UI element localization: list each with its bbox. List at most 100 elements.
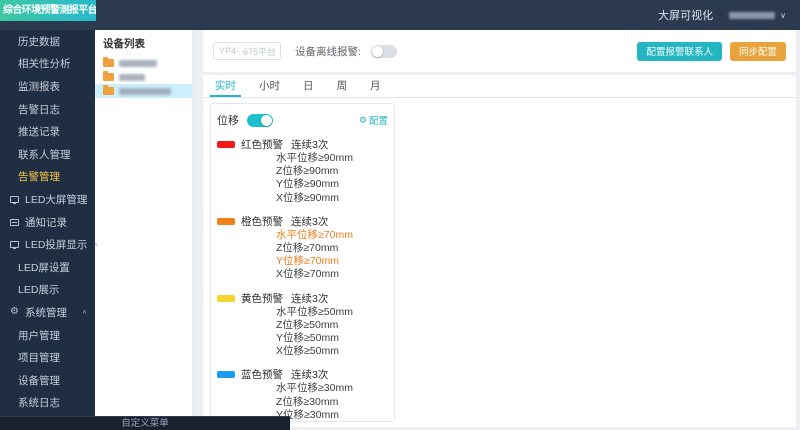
tab-month[interactable]: 月	[365, 75, 386, 97]
alert-level-red: 红色预警 连续3次 水平位移≥90mm Z位移≥90mm Y位移≥90mm X位…	[217, 137, 388, 205]
device-list-item-selected[interactable]	[95, 84, 192, 98]
sidebar-item-led-display[interactable]: LED展示	[0, 279, 95, 302]
alert-header: 橙色预警 连续3次	[217, 214, 388, 229]
displacement-toggle[interactable]	[247, 113, 273, 127]
toggle-knob	[371, 45, 383, 57]
alert-threshold-row: Z位移≥50mm	[276, 318, 339, 331]
alert-header: 黄色预警 连续3次	[217, 291, 388, 306]
custom-menu-button[interactable]: 自定义菜单	[0, 416, 290, 430]
alert-threshold-row: X位移≥90mm	[276, 191, 339, 204]
alert-threshold-row: 水平位移≥50mm	[276, 305, 353, 318]
alarm-config-panel: 实时 小时 日 周 月 位移 ⚙ 配置 红色预警 连续3次 水平位移≥90mm …	[203, 75, 796, 427]
config-link[interactable]: ⚙ 配置	[359, 113, 388, 128]
alert-name: 红色预警	[241, 139, 283, 151]
tab-realtime[interactable]: 实时	[210, 75, 241, 97]
sidebar-item-label: 推送记录	[18, 126, 60, 139]
alert-threshold-row: Y位移≥50mm	[276, 332, 339, 345]
alert-threshold-row: Y位移≥90mm	[276, 178, 339, 191]
sidebar-item-label: LED展示	[18, 284, 60, 297]
blue-swatch	[217, 371, 235, 379]
sidebar-item-label: 用户管理	[18, 329, 60, 342]
sidebar-item-label: 设备管理	[18, 374, 60, 387]
sidebar-nav: 历史数据 相关性分析 监测报表 告警日志 推送记录 联系人管理 告警管理 LED…	[0, 30, 99, 416]
alert-header: 蓝色预警 连续3次	[217, 367, 388, 382]
alert-threshold-row: X位移≥70mm	[276, 268, 339, 281]
tab-day[interactable]: 日	[298, 75, 319, 97]
toolbar: YP4- 675平台 设备离线报警: 配置报警联系人 同步配置	[203, 30, 796, 72]
tab-hour[interactable]: 小时	[254, 75, 285, 97]
yellow-swatch	[217, 294, 235, 302]
chevron-up-icon: ∧	[93, 242, 99, 248]
metric-label: 位移	[217, 115, 239, 127]
folder-icon	[103, 57, 114, 67]
alert-frequency: 连续3次	[291, 139, 329, 151]
user-menu[interactable]: ∨	[729, 11, 786, 20]
device-name-field[interactable]: YP4- 675平台	[213, 42, 281, 60]
sidebar-item-contact-management[interactable]: 联系人管理	[0, 143, 95, 166]
sidebar-item-label: 联系人管理	[18, 148, 71, 161]
chevron-up-icon: ∧	[81, 310, 87, 316]
sidebar-item-history-data[interactable]: 历史数据	[0, 30, 95, 53]
sidebar-item-monitor-report[interactable]: 监测报表	[0, 75, 95, 98]
sidebar-item-led-screen-settings[interactable]: LED屏设置	[0, 256, 95, 279]
sidebar-item-alarm-log[interactable]: 告警日志	[0, 98, 95, 121]
orange-swatch	[217, 217, 235, 225]
app-root: 综合环境预警测报平台 大屏可视化 ∨ 历史数据 相关性分析 监测报表 告警日志 …	[0, 0, 800, 430]
alert-threshold-row: 水平位移≥30mm	[276, 382, 353, 395]
device-name-redacted	[119, 73, 145, 81]
alert-threshold-row: Y位移≥30mm	[276, 408, 339, 421]
folder-icon	[103, 71, 114, 81]
offline-alarm-toggle[interactable]	[370, 44, 397, 58]
alert-threshold-row: Z位移≥70mm	[276, 242, 339, 255]
sidebar-item-led-projection-display[interactable]: LED投屏显示 ∧	[0, 233, 99, 256]
sidebar-item-label: LED屏设置	[18, 261, 70, 274]
sidebar-item-system-management[interactable]: ⚙ 系统管理 ∧	[0, 301, 95, 324]
config-link-label: 配置	[368, 116, 388, 127]
sidebar-item-label: LED投屏显示	[25, 239, 88, 252]
sidebar-item-alarm-management-active[interactable]: 告警管理	[0, 166, 95, 189]
alert-level-yellow: 黄色预警 连续3次 水平位移≥50mm Z位移≥50mm Y位移≥50mm X位…	[217, 291, 388, 359]
device-name-redacted	[119, 59, 157, 67]
username-redacted	[729, 11, 776, 19]
sidebar-item-label: 相关性分析	[18, 58, 71, 71]
sidebar-item-label: 系统管理	[24, 306, 67, 319]
notice-icon	[10, 218, 19, 226]
alert-name: 黄色预警	[241, 292, 283, 305]
sidebar-item-label: 通知记录	[25, 216, 67, 229]
sidebar-item-correlation-analysis[interactable]: 相关性分析	[0, 53, 95, 76]
device-list-item[interactable]	[95, 70, 192, 84]
card-header: 位移 ⚙ 配置	[217, 112, 388, 128]
sidebar-item-push-record[interactable]: 推送记录	[0, 120, 95, 143]
app-logo: 综合环境预警测报平台	[0, 0, 96, 21]
sidebar-item-led-screen-management[interactable]: LED大屏管理	[0, 188, 95, 211]
alert-threshold-row-highlighted: 水平位移≥70mm	[276, 228, 353, 241]
alert-level-orange: 橙色预警 连续3次 水平位移≥70mm Z位移≥70mm Y位移≥70mm X位…	[217, 214, 388, 282]
time-granularity-tabs: 实时 小时 日 周 月	[203, 75, 796, 98]
alert-level-blue: 蓝色预警 连续3次 水平位移≥30mm Z位移≥30mm Y位移≥30mm X位…	[217, 367, 388, 421]
sidebar-item-project-management[interactable]: 项目管理	[0, 346, 95, 369]
top-header: 综合环境预警测报平台 大屏可视化 ∨	[0, 0, 800, 30]
monitor-icon	[10, 195, 19, 204]
sidebar-item-user-management[interactable]: 用户管理	[0, 324, 95, 347]
alert-name: 橙色预警	[241, 215, 283, 228]
alert-frequency: 连续3次	[291, 292, 329, 305]
sidebar-item-label: 告警管理	[18, 171, 60, 184]
toolbar-buttons: 配置报警联系人 同步配置	[637, 41, 786, 61]
device-list-panel: 设备列表	[95, 30, 193, 416]
sidebar-item-label: 项目管理	[18, 352, 60, 365]
big-screen-visualization-link[interactable]: 大屏可视化	[658, 7, 713, 23]
sidebar-item-device-management[interactable]: 设备管理	[0, 369, 95, 392]
alert-header: 红色预警 连续3次	[217, 137, 388, 152]
sidebar-item-notification-record[interactable]: 通知记录	[0, 211, 95, 234]
red-swatch	[217, 141, 235, 148]
sidebar-item-system-log[interactable]: 系统日志	[0, 392, 95, 415]
alert-threshold-row-highlighted: Y位移≥70mm	[276, 255, 339, 268]
sync-config-button[interactable]: 同步配置	[729, 41, 786, 61]
device-field-prefix: YP4-	[219, 46, 240, 56]
sidebar-item-label: LED大屏管理	[25, 193, 88, 206]
device-list-item[interactable]	[95, 56, 192, 70]
device-name-redacted	[119, 87, 171, 95]
tab-week[interactable]: 周	[332, 75, 353, 97]
config-alarm-contacts-button[interactable]: 配置报警联系人	[637, 41, 722, 61]
alert-name: 蓝色预警	[241, 369, 283, 382]
